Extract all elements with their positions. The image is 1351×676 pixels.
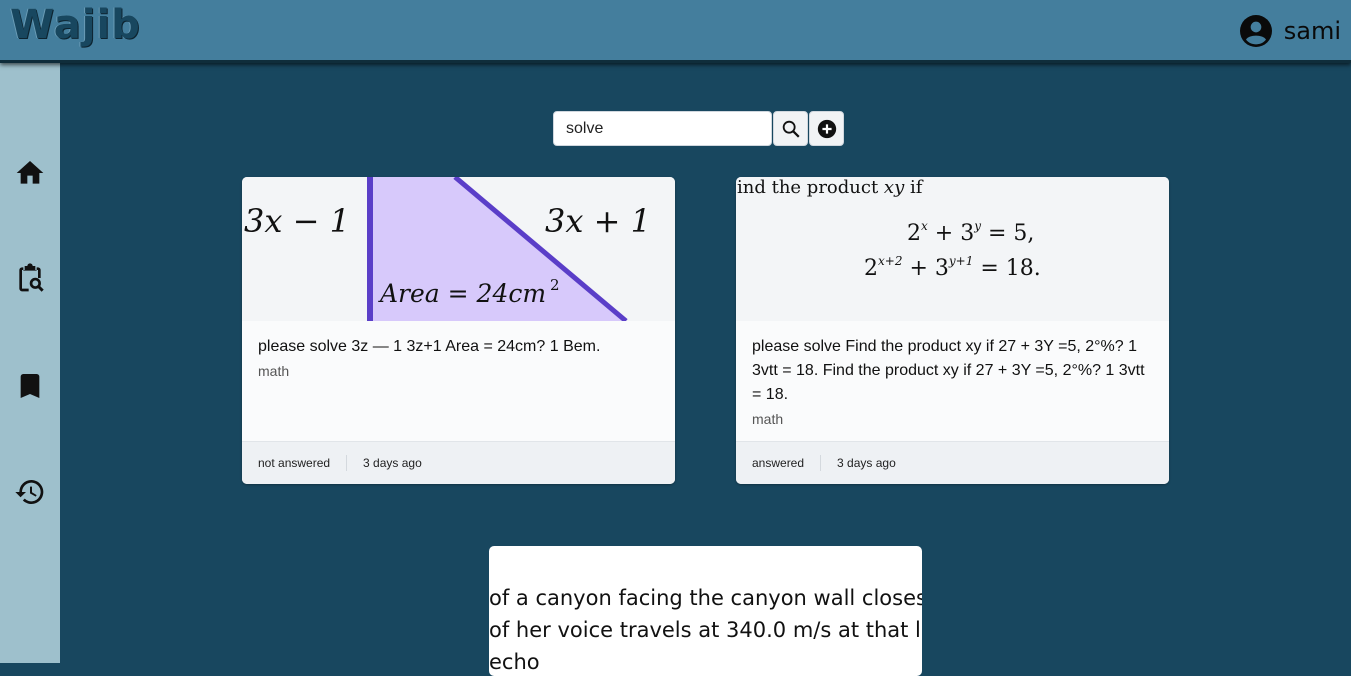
question-image-text-line: of her voice travels at 340.0 m/s at tha… — [489, 618, 922, 642]
sidebar-item-home[interactable] — [14, 157, 46, 189]
left-expression: 3x − 1 — [244, 202, 350, 240]
footer-divider — [346, 455, 348, 471]
question-image: ind the product xy if 2x + 3y = 5, 2x+2 … — [736, 177, 1169, 321]
question-card[interactable]: 3x − 1 3x + 1 Area = 24cm 2 please solve… — [242, 177, 675, 484]
card-footer: answered 3 days ago — [736, 441, 1169, 484]
bookmark-icon — [20, 374, 40, 398]
question-text: please solve 3z — 1 3z+1 Area = 24cm? 1 … — [258, 338, 601, 355]
question-tag[interactable]: math — [258, 363, 658, 379]
question-text: please solve Find the product xy if 27 +… — [752, 338, 1145, 403]
right-expression: 3x + 1 — [545, 202, 651, 240]
footer-divider — [820, 455, 822, 471]
sidebar — [0, 60, 60, 663]
search-bar — [553, 111, 844, 146]
area-exponent: 2 — [550, 276, 560, 294]
timestamp: 3 days ago — [363, 456, 422, 470]
home-icon — [16, 161, 44, 184]
status-badge: answered — [752, 456, 805, 470]
equation-line-1: ind the product xy if — [737, 177, 924, 198]
history-icon — [15, 480, 44, 504]
top-bar: Wajib sami — [0, 0, 1351, 63]
status-badge: not answered — [258, 456, 331, 470]
account-circle-icon[interactable] — [1239, 15, 1272, 47]
clipboard-search-icon — [19, 263, 44, 292]
search-input[interactable] — [553, 111, 772, 146]
sidebar-item-history[interactable] — [14, 476, 46, 508]
sidebar-item-questions[interactable] — [14, 262, 46, 294]
question-image-text-line: of a canyon facing the canyon wall close… — [489, 586, 922, 610]
question-image: 3x − 1 3x + 1 Area = 24cm 2 — [242, 177, 675, 321]
timestamp: 3 days ago — [837, 456, 896, 470]
question-tag[interactable]: math — [752, 411, 1152, 427]
equation-line-3: 2x+2 + 3y+1 = 18. — [864, 254, 1041, 281]
sidebar-item-bookmarks[interactable] — [14, 370, 46, 402]
question-image-text-line: echo — [489, 650, 540, 674]
question-card[interactable]: of a canyon facing the canyon wall close… — [489, 546, 922, 676]
card-footer: not answered 3 days ago — [242, 441, 675, 484]
search-button[interactable] — [773, 111, 808, 146]
search-icon — [782, 120, 800, 138]
triangle-figure: 3x − 1 3x + 1 Area = 24cm 2 — [244, 177, 651, 321]
question-card[interactable]: ind the product xy if 2x + 3y = 5, 2x+2 … — [736, 177, 1169, 484]
add-circle-icon — [817, 119, 836, 138]
area-label: Area = 24cm — [378, 279, 546, 308]
user-menu[interactable]: sami — [1239, 15, 1341, 47]
equation-figure: ind the product xy if 2x + 3y = 5, 2x+2 … — [737, 177, 1041, 281]
equation-line-2: 2x + 3y = 5, — [907, 219, 1034, 246]
user-name[interactable]: sami — [1284, 17, 1341, 45]
app-logo[interactable]: Wajib — [10, 2, 141, 48]
add-question-button[interactable] — [809, 111, 844, 146]
